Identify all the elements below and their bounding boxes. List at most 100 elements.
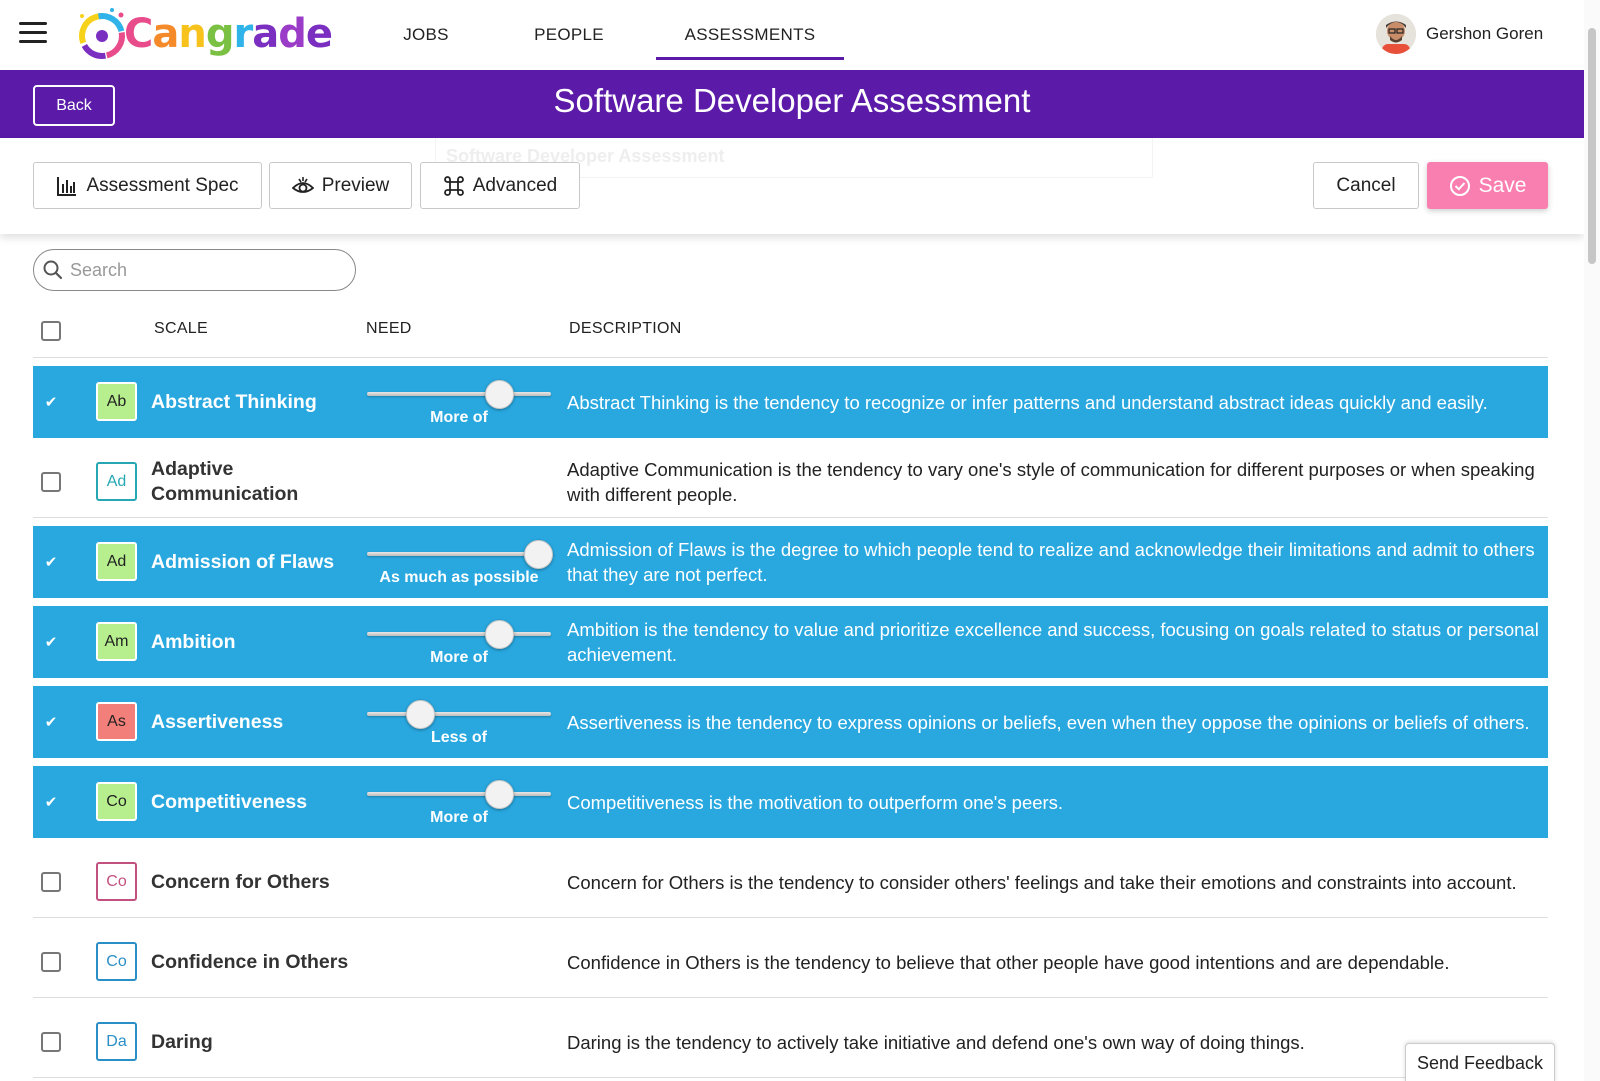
slider-track[interactable] — [367, 792, 551, 796]
table-row[interactable]: ✔ As Assertiveness Less of Assertiveness is … — [33, 686, 1548, 758]
scale-badge: As — [96, 702, 137, 741]
scale-badge: Ad — [96, 462, 137, 501]
checkbox[interactable] — [41, 872, 61, 892]
avatar — [1376, 14, 1416, 54]
scale-name: Confidence in Others — [151, 950, 349, 973]
cangrade-logo-icon — [78, 8, 125, 59]
preview-button[interactable]: Preview — [269, 162, 412, 209]
header-need[interactable]: NEED — [366, 320, 412, 338]
row-checkbox[interactable] — [41, 472, 61, 492]
slider-track[interactable] — [367, 632, 551, 636]
scale-description: Confidence in Others is the tendency to … — [567, 951, 1450, 973]
row-checkmark-icon[interactable]: ✔ — [41, 392, 61, 412]
scale-description: Ambition is the tendency to value and pr… — [567, 619, 1539, 665]
need-slider[interactable]: More of — [367, 772, 551, 832]
scrollbar-thumb[interactable] — [1588, 28, 1596, 264]
logo-text: Cangrade — [124, 11, 333, 57]
bar-chart-icon — [57, 176, 77, 196]
slider-thumb[interactable] — [485, 380, 515, 409]
table-row[interactable]: ✔ Ad Admission of Flaws As much as possible… — [33, 526, 1548, 598]
scale-name: Ambition — [151, 630, 236, 653]
scale-description: Assertiveness is the tendency to express… — [567, 711, 1530, 733]
need-slider[interactable]: Less of — [367, 692, 551, 752]
scale-name: Daring — [151, 1030, 213, 1053]
assessment-spec-button[interactable]: Assessment Spec — [33, 162, 262, 209]
scale-name: Adaptive Communication — [151, 458, 299, 505]
table-row[interactable]: ✔ Ab Abstract Thinking More of Abstract Thin… — [33, 366, 1548, 438]
scale-description: Adaptive Communication is the tendency t… — [567, 459, 1535, 505]
row-checkmark-icon[interactable]: ✔ — [41, 552, 61, 572]
advanced-button[interactable]: Advanced — [420, 162, 580, 209]
checkbox[interactable] — [41, 1032, 61, 1052]
scale-badge: Da — [96, 1022, 137, 1061]
preview-label: Preview — [321, 174, 390, 196]
need-label: More of — [430, 809, 488, 826]
cancel-button[interactable]: Cancel — [1313, 162, 1419, 209]
table-header: SCALE NEED DESCRIPTION — [33, 310, 1548, 358]
need-label: More of — [430, 649, 488, 666]
scale-badge: Co — [96, 862, 137, 901]
scale-name: Assertiveness — [151, 710, 284, 733]
scale-badge: Am — [96, 622, 137, 661]
table-row[interactable]: ✔ Co Competitiveness More of Competitiveness… — [33, 766, 1548, 838]
row-checkbox[interactable] — [41, 1032, 61, 1052]
need-label: As much as possible — [379, 569, 539, 586]
need-label: More of — [430, 409, 488, 426]
table-row[interactable]: Co Concern for Others Concern for Others i… — [33, 846, 1548, 918]
row-checkbox[interactable] — [41, 952, 61, 972]
row-checkmark-icon[interactable]: ✔ — [41, 792, 61, 812]
scale-description: Concern for Others is the tendency to co… — [567, 871, 1517, 893]
checkbox[interactable] — [41, 472, 61, 492]
scale-badge: Ad — [96, 542, 137, 581]
user-name: Gershon Goren — [1426, 24, 1544, 43]
row-checkmark-icon[interactable]: ✔ — [41, 712, 61, 732]
need-slider[interactable]: More of — [367, 612, 551, 672]
save-button[interactable]: Save — [1427, 162, 1548, 209]
cangrade-logo[interactable]: Cangrade — [74, 6, 333, 62]
page-title: Software Developer Assessment — [553, 82, 1031, 119]
search-input[interactable] — [70, 259, 330, 281]
slider-thumb[interactable] — [406, 700, 436, 729]
table-row[interactable]: Da Daring Daring is the tendency to active… — [33, 1006, 1548, 1078]
eye-icon — [291, 176, 314, 193]
slider-thumb[interactable] — [524, 540, 554, 569]
send-feedback-button[interactable]: Send Feedback — [1405, 1043, 1555, 1081]
user-menu[interactable]: Gershon Goren — [1376, 14, 1543, 54]
scale-description: Daring is the tendency to actively take … — [567, 1031, 1305, 1053]
scale-badge: Co — [96, 942, 137, 981]
need-slider[interactable]: As much as possible — [367, 532, 554, 592]
check-circle-icon — [1449, 175, 1470, 196]
scale-badge: Ab — [96, 382, 137, 421]
scale-badge: Co — [96, 782, 137, 821]
tab-jobs[interactable]: JOBS — [370, 0, 482, 70]
scale-name: Admission of Flaws — [151, 550, 335, 573]
tab-people[interactable]: PEOPLE — [494, 0, 644, 70]
header-description[interactable]: DESCRIPTION — [569, 320, 682, 338]
scale-description: Competitiveness is the motivation to out… — [567, 791, 1064, 813]
need-label: Less of — [430, 729, 487, 746]
row-checkbox[interactable] — [41, 872, 61, 892]
scale-description: Admission of Flaws is the degree to whic… — [567, 539, 1535, 585]
row-checkmark-icon[interactable]: ✔ — [41, 632, 61, 652]
scale-name: Concern for Others — [151, 870, 330, 893]
checkbox[interactable] — [41, 952, 61, 972]
slider-thumb[interactable] — [485, 620, 515, 649]
slider-track[interactable] — [367, 712, 551, 716]
menu-icon[interactable] — [19, 22, 47, 44]
tab-assessments[interactable]: ASSESSMENTS — [656, 0, 844, 70]
page-banner: Back Software Developer Assessment — [0, 70, 1584, 138]
slider-track[interactable] — [367, 392, 551, 396]
table-row[interactable]: Ad Adaptive Communication Adaptive Communi… — [33, 446, 1548, 518]
select-all-checkbox[interactable] — [41, 321, 61, 341]
table-row[interactable]: Co Confidence in Others Confidence in Othe… — [33, 926, 1548, 998]
table-row[interactable]: ✔ Am Ambition More of Ambition is the tenden… — [33, 606, 1548, 678]
header-scale[interactable]: SCALE — [154, 320, 208, 338]
advanced-label: Advanced — [472, 174, 558, 196]
command-icon — [443, 175, 464, 196]
need-slider[interactable]: More of — [367, 372, 551, 432]
scrollbar[interactable] — [1584, 0, 1600, 1081]
slider-thumb[interactable] — [485, 780, 515, 809]
save-label: Save — [1478, 173, 1527, 197]
top-navbar: Cangrade JOBS PEOPLE ASSESSMENTS Gershon… — [0, 0, 1584, 70]
toolbar: Software Developer Assessment Assessment… — [0, 138, 1584, 234]
